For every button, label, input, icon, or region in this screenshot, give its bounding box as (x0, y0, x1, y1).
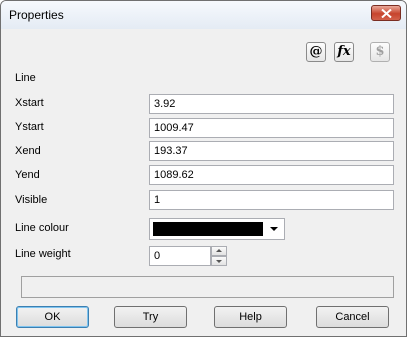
line-colour-dropdown[interactable] (149, 218, 285, 240)
yend-input[interactable] (149, 165, 394, 185)
chevron-down-icon (270, 227, 278, 231)
xend-label: Xend (15, 145, 41, 157)
colour-swatch (153, 222, 263, 236)
ystart-input[interactable] (149, 118, 394, 138)
spin-up-button[interactable] (211, 246, 227, 256)
xend-input[interactable] (149, 141, 394, 161)
line-weight-label: Line weight (15, 248, 71, 260)
status-panel (21, 276, 394, 298)
function-fx-button[interactable]: fx (334, 42, 354, 62)
xstart-input[interactable] (149, 94, 394, 114)
visible-label: Visible (15, 194, 48, 206)
help-button[interactable]: Help (214, 306, 287, 328)
ystart-label: Ystart (15, 121, 44, 133)
close-button[interactable] (371, 5, 401, 21)
window-title: Properties (9, 8, 64, 22)
line-weight-input[interactable] (149, 246, 211, 266)
yend-label: Yend (15, 169, 40, 181)
try-button[interactable]: Try (114, 306, 187, 328)
at-button[interactable]: @ (306, 42, 326, 62)
close-icon (381, 9, 392, 18)
xstart-label: Xstart (15, 97, 44, 109)
visible-input[interactable] (149, 190, 394, 210)
section-title-line: Line (15, 72, 36, 84)
cancel-button[interactable]: Cancel (316, 306, 389, 328)
properties-dialog: Properties @ fx $ Line Xstart Ystart Xen… (0, 0, 407, 337)
title-bar[interactable]: Properties (1, 1, 406, 29)
dialog-body: @ fx $ Line Xstart Ystart Xend Yend Visi… (1, 29, 406, 336)
spin-down-button[interactable] (211, 256, 227, 266)
dollar-button[interactable]: $ (370, 42, 390, 62)
ok-button[interactable]: OK (16, 306, 89, 328)
line-colour-label: Line colour (15, 222, 69, 234)
